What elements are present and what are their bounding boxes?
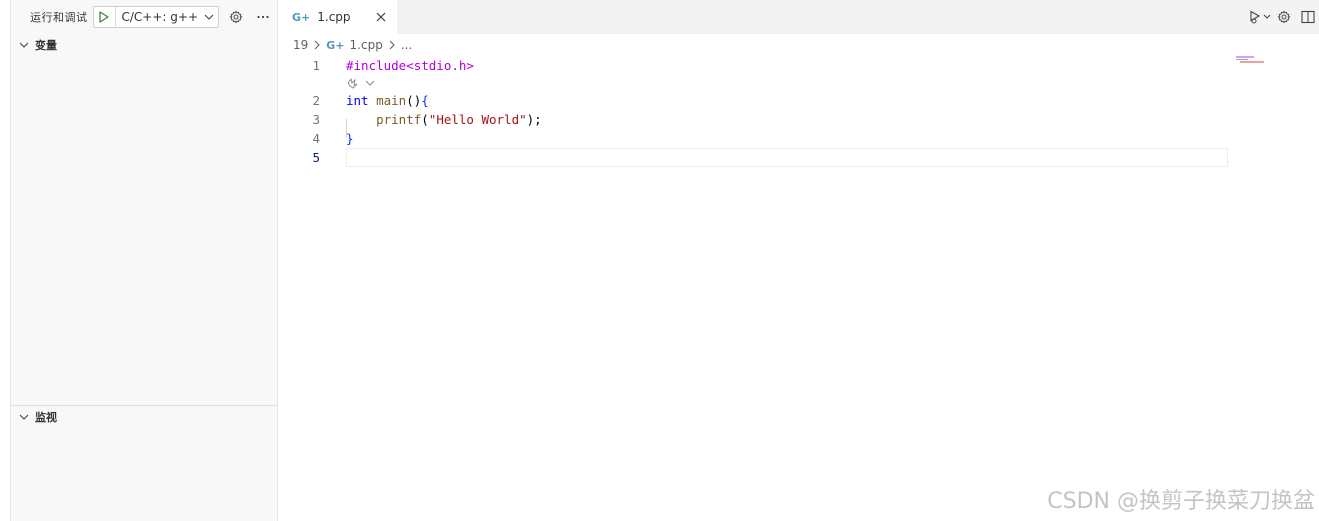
sparkle-icon	[347, 77, 358, 89]
split-editor-icon[interactable]	[1297, 6, 1319, 28]
code-text: int main(){	[346, 93, 429, 108]
chevron-right-icon	[388, 40, 396, 50]
launch-config-name: C/C++: g++	[121, 10, 199, 24]
code-text: }	[346, 131, 354, 146]
chevron-right-icon	[313, 40, 321, 50]
sidebar-header: 运行和调试 C/C++: g++	[11, 0, 277, 34]
line-number: 4	[312, 131, 320, 146]
current-line-highlight	[346, 148, 1228, 167]
tab-label: 1.cpp	[317, 10, 351, 24]
codelens-hint[interactable]	[346, 75, 376, 91]
code-line: 3 printf("Hello World");	[278, 110, 1228, 129]
gear-icon[interactable]	[226, 7, 246, 27]
line-number: 5	[312, 150, 320, 165]
variables-section-title: 变量	[35, 39, 57, 52]
breadcrumb-more[interactable]: ...	[401, 38, 412, 52]
watch-section-title: 监视	[35, 410, 57, 424]
line-number: 2	[312, 93, 320, 108]
code-line: 2 int main(){	[278, 91, 1228, 110]
tab-1-cpp[interactable]: G+ 1.cpp	[278, 0, 397, 34]
code-line: 1 #include<stdio.h>	[278, 56, 1228, 75]
current-code-line: 5	[278, 148, 1228, 167]
chevron-down-icon	[16, 409, 32, 425]
variables-section-header[interactable]: 变量	[11, 34, 277, 56]
run-debug-file-icon[interactable]	[1249, 6, 1271, 28]
cpp-file-icon: G+	[292, 10, 311, 24]
gear-icon[interactable]	[1273, 6, 1295, 28]
sidebar-title: 运行和调试	[30, 11, 88, 24]
cpp-file-icon: G+	[326, 38, 345, 52]
line-number: 3	[312, 112, 320, 127]
code-line: 4 }	[278, 129, 1228, 148]
chevron-down-icon	[365, 80, 375, 86]
breadcrumb-file[interactable]: 1.cpp	[350, 38, 383, 52]
more-actions-icon[interactable]	[253, 7, 273, 27]
code-text: #include<stdio.h>	[346, 58, 474, 73]
watermark-text: CSDN @换剪子换菜刀换盆	[1047, 489, 1315, 514]
minimap-line	[1236, 58, 1248, 60]
launch-config-dropdown[interactable]: C/C++: g++	[92, 6, 219, 28]
start-debugging-button[interactable]	[94, 7, 116, 27]
breadcrumb: 19 G+ 1.cpp ...	[278, 34, 412, 56]
run-debug-sidebar: 运行和调试 C/C++: g++ 变量 监视	[11, 0, 278, 521]
indent-guide	[346, 119, 347, 138]
minimap[interactable]	[1236, 56, 1276, 64]
editor-actions	[1247, 0, 1319, 34]
close-icon[interactable]	[373, 9, 389, 25]
line-number: 1	[312, 58, 320, 73]
activity-bar	[0, 0, 11, 521]
tab-bar: G+ 1.cpp	[278, 0, 1319, 34]
editor-group: G+ 1.cpp 19 G+ 1.cpp ... 1 #include<stdi…	[278, 0, 1319, 521]
chevron-down-icon	[202, 7, 216, 27]
minimap-line	[1236, 56, 1254, 58]
code-text: printf("Hello World");	[376, 112, 542, 127]
watch-section-header[interactable]: 监视	[11, 405, 277, 427]
play-icon	[99, 11, 109, 23]
breadcrumb-prefix[interactable]: 19	[293, 38, 308, 52]
chevron-down-icon	[16, 37, 32, 53]
minimap-line	[1240, 61, 1264, 63]
